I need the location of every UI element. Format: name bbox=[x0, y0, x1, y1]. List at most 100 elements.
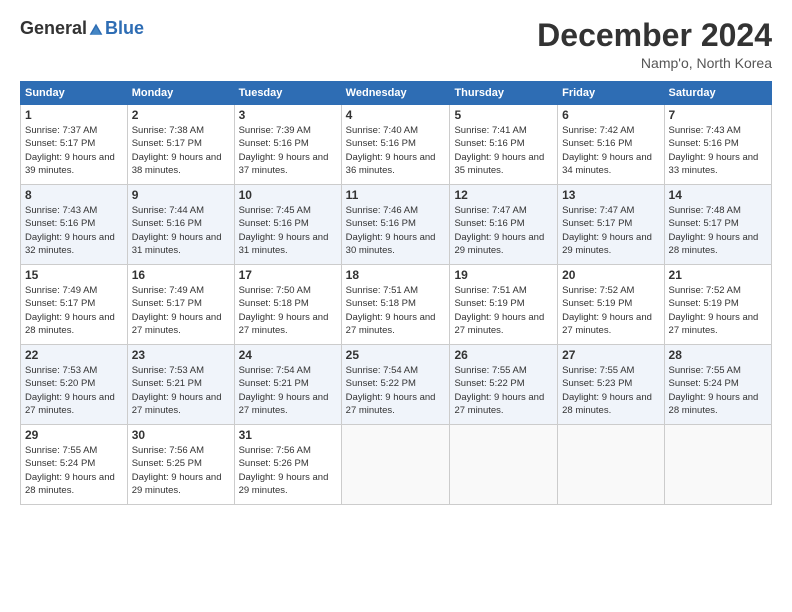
calendar-cell: 15 Sunrise: 7:49 AMSunset: 5:17 PMDayligh… bbox=[21, 265, 128, 345]
calendar-cell: 17 Sunrise: 7:50 AMSunset: 5:18 PMDayligh… bbox=[234, 265, 341, 345]
logo-icon bbox=[88, 22, 104, 38]
day-info: Sunrise: 7:49 AMSunset: 5:17 PMDaylight:… bbox=[25, 284, 123, 337]
day-number: 16 bbox=[132, 268, 230, 282]
day-number: 30 bbox=[132, 428, 230, 442]
day-number: 12 bbox=[454, 188, 553, 202]
day-info: Sunrise: 7:44 AMSunset: 5:16 PMDaylight:… bbox=[132, 204, 230, 257]
logo: General Blue bbox=[20, 18, 144, 39]
day-info: Sunrise: 7:55 AMSunset: 5:23 PMDaylight:… bbox=[562, 364, 659, 417]
day-number: 21 bbox=[669, 268, 767, 282]
calendar-cell bbox=[664, 425, 771, 505]
calendar-week-5: 29 Sunrise: 7:55 AMSunset: 5:24 PMDayligh… bbox=[21, 425, 772, 505]
day-info: Sunrise: 7:56 AMSunset: 5:25 PMDaylight:… bbox=[132, 444, 230, 497]
day-number: 14 bbox=[669, 188, 767, 202]
day-info: Sunrise: 7:51 AMSunset: 5:19 PMDaylight:… bbox=[454, 284, 553, 337]
calendar-cell: 5Sunrise: 7:41 AMSunset: 5:16 PMDaylight… bbox=[450, 105, 558, 185]
day-info: Sunrise: 7:49 AMSunset: 5:17 PMDaylight:… bbox=[132, 284, 230, 337]
header-sunday: Sunday bbox=[21, 82, 128, 105]
day-number: 28 bbox=[669, 348, 767, 362]
calendar-cell: 28 Sunrise: 7:55 AMSunset: 5:24 PMDayligh… bbox=[664, 345, 771, 425]
day-info: Sunrise: 7:45 AMSunset: 5:16 PMDaylight:… bbox=[239, 204, 337, 257]
day-number: 26 bbox=[454, 348, 553, 362]
calendar-cell: 9Sunrise: 7:44 AMSunset: 5:16 PMDaylight… bbox=[127, 185, 234, 265]
day-info: Sunrise: 7:54 AMSunset: 5:22 PMDaylight:… bbox=[346, 364, 446, 417]
day-info: Sunrise: 7:56 AMSunset: 5:26 PMDaylight:… bbox=[239, 444, 337, 497]
day-number: 31 bbox=[239, 428, 337, 442]
calendar-week-2: 8 Sunrise: 7:43 AMSunset: 5:16 PMDaylight… bbox=[21, 185, 772, 265]
day-info: Sunrise: 7:48 AMSunset: 5:17 PMDaylight:… bbox=[669, 204, 767, 257]
calendar-cell: 12 Sunrise: 7:47 AMSunset: 5:16 PMDayligh… bbox=[450, 185, 558, 265]
calendar-cell: 13 Sunrise: 7:47 AMSunset: 5:17 PMDayligh… bbox=[558, 185, 664, 265]
header-tuesday: Tuesday bbox=[234, 82, 341, 105]
day-info: Sunrise: 7:42 AMSunset: 5:16 PMDaylight:… bbox=[562, 124, 659, 177]
day-number: 17 bbox=[239, 268, 337, 282]
day-info: Sunrise: 7:47 AMSunset: 5:16 PMDaylight:… bbox=[454, 204, 553, 257]
header-friday: Friday bbox=[558, 82, 664, 105]
month-title: December 2024 bbox=[537, 18, 772, 53]
calendar-cell: 20Sunrise: 7:52 AMSunset: 5:19 PMDayligh… bbox=[558, 265, 664, 345]
logo-blue-text: Blue bbox=[105, 18, 144, 39]
day-info: Sunrise: 7:51 AMSunset: 5:18 PMDaylight:… bbox=[346, 284, 446, 337]
calendar-cell: 7 Sunrise: 7:43 AMSunset: 5:16 PMDaylight… bbox=[664, 105, 771, 185]
day-info: Sunrise: 7:52 AMSunset: 5:19 PMDaylight:… bbox=[669, 284, 767, 337]
calendar-cell: 1 Sunrise: 7:37 AMSunset: 5:17 PMDaylight… bbox=[21, 105, 128, 185]
day-info: Sunrise: 7:53 AMSunset: 5:20 PMDaylight:… bbox=[25, 364, 123, 417]
header: General Blue December 2024 Namp'o, North… bbox=[20, 18, 772, 71]
day-number: 15 bbox=[25, 268, 123, 282]
location: Namp'o, North Korea bbox=[537, 55, 772, 71]
calendar-cell bbox=[341, 425, 450, 505]
day-info: Sunrise: 7:47 AMSunset: 5:17 PMDaylight:… bbox=[562, 204, 659, 257]
calendar-cell: 25 Sunrise: 7:54 AMSunset: 5:22 PMDayligh… bbox=[341, 345, 450, 425]
calendar-cell: 8 Sunrise: 7:43 AMSunset: 5:16 PMDaylight… bbox=[21, 185, 128, 265]
header-wednesday: Wednesday bbox=[341, 82, 450, 105]
calendar-cell: 16 Sunrise: 7:49 AMSunset: 5:17 PMDayligh… bbox=[127, 265, 234, 345]
day-info: Sunrise: 7:40 AMSunset: 5:16 PMDaylight:… bbox=[346, 124, 446, 177]
day-number: 11 bbox=[346, 188, 446, 202]
day-info: Sunrise: 7:54 AMSunset: 5:21 PMDaylight:… bbox=[239, 364, 337, 417]
calendar-cell: 21 Sunrise: 7:52 AMSunset: 5:19 PMDayligh… bbox=[664, 265, 771, 345]
day-number: 10 bbox=[239, 188, 337, 202]
calendar-cell: 24 Sunrise: 7:54 AMSunset: 5:21 PMDayligh… bbox=[234, 345, 341, 425]
title-block: December 2024 Namp'o, North Korea bbox=[537, 18, 772, 71]
calendar-cell: 29 Sunrise: 7:55 AMSunset: 5:24 PMDayligh… bbox=[21, 425, 128, 505]
day-number: 3 bbox=[239, 108, 337, 122]
calendar-cell: 10 Sunrise: 7:45 AMSunset: 5:16 PMDayligh… bbox=[234, 185, 341, 265]
header-monday: Monday bbox=[127, 82, 234, 105]
day-info: Sunrise: 7:53 AMSunset: 5:21 PMDaylight:… bbox=[132, 364, 230, 417]
day-number: 6 bbox=[562, 108, 659, 122]
calendar-cell: 30 Sunrise: 7:56 AMSunset: 5:25 PMDayligh… bbox=[127, 425, 234, 505]
day-number: 7 bbox=[669, 108, 767, 122]
day-info: Sunrise: 7:55 AMSunset: 5:24 PMDaylight:… bbox=[669, 364, 767, 417]
calendar-cell: 11 Sunrise: 7:46 AMSunset: 5:16 PMDayligh… bbox=[341, 185, 450, 265]
calendar-cell: 23Sunrise: 7:53 AMSunset: 5:21 PMDayligh… bbox=[127, 345, 234, 425]
day-info: Sunrise: 7:39 AMSunset: 5:16 PMDaylight:… bbox=[239, 124, 337, 177]
calendar-cell: 19Sunrise: 7:51 AMSunset: 5:19 PMDayligh… bbox=[450, 265, 558, 345]
calendar-cell: 3 Sunrise: 7:39 AMSunset: 5:16 PMDaylight… bbox=[234, 105, 341, 185]
day-number: 4 bbox=[346, 108, 446, 122]
page: General Blue December 2024 Namp'o, North… bbox=[0, 0, 792, 612]
calendar-week-4: 22Sunrise: 7:53 AMSunset: 5:20 PMDayligh… bbox=[21, 345, 772, 425]
day-info: Sunrise: 7:50 AMSunset: 5:18 PMDaylight:… bbox=[239, 284, 337, 337]
calendar-cell: 2Sunrise: 7:38 AMSunset: 5:17 PMDaylight… bbox=[127, 105, 234, 185]
day-number: 1 bbox=[25, 108, 123, 122]
day-number: 18 bbox=[346, 268, 446, 282]
calendar-week-1: 1 Sunrise: 7:37 AMSunset: 5:17 PMDaylight… bbox=[21, 105, 772, 185]
calendar-cell: 26 Sunrise: 7:55 AMSunset: 5:22 PMDayligh… bbox=[450, 345, 558, 425]
header-saturday: Saturday bbox=[664, 82, 771, 105]
day-info: Sunrise: 7:55 AMSunset: 5:24 PMDaylight:… bbox=[25, 444, 123, 497]
day-info: Sunrise: 7:46 AMSunset: 5:16 PMDaylight:… bbox=[346, 204, 446, 257]
calendar-cell: 22Sunrise: 7:53 AMSunset: 5:20 PMDayligh… bbox=[21, 345, 128, 425]
day-info: Sunrise: 7:37 AMSunset: 5:17 PMDaylight:… bbox=[25, 124, 123, 177]
day-info: Sunrise: 7:55 AMSunset: 5:22 PMDaylight:… bbox=[454, 364, 553, 417]
day-number: 8 bbox=[25, 188, 123, 202]
day-number: 29 bbox=[25, 428, 123, 442]
day-number: 24 bbox=[239, 348, 337, 362]
day-number: 5 bbox=[454, 108, 553, 122]
day-info: Sunrise: 7:52 AMSunset: 5:19 PMDaylight:… bbox=[562, 284, 659, 337]
day-info: Sunrise: 7:43 AMSunset: 5:16 PMDaylight:… bbox=[25, 204, 123, 257]
day-number: 27 bbox=[562, 348, 659, 362]
day-number: 13 bbox=[562, 188, 659, 202]
day-number: 25 bbox=[346, 348, 446, 362]
calendar-cell: 27 Sunrise: 7:55 AMSunset: 5:23 PMDayligh… bbox=[558, 345, 664, 425]
day-info: Sunrise: 7:43 AMSunset: 5:16 PMDaylight:… bbox=[669, 124, 767, 177]
